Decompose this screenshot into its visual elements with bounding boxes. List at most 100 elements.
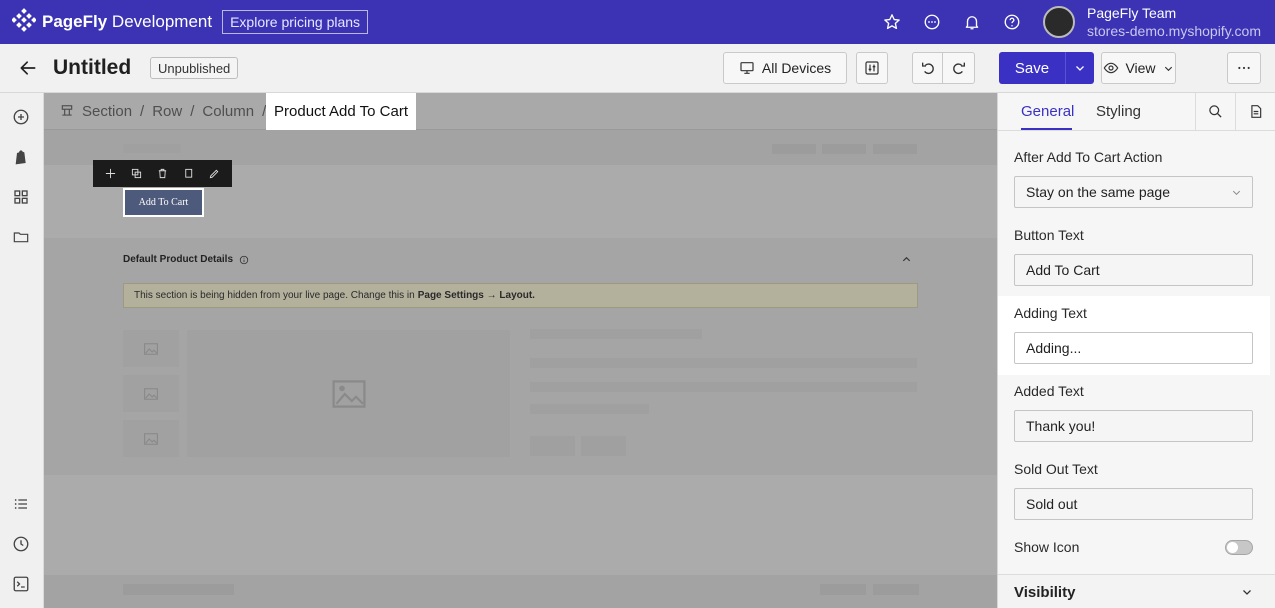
add-element-icon[interactable]: [11, 107, 31, 127]
section-title-text: Default Product Details: [123, 254, 234, 265]
view-button[interactable]: View: [1101, 52, 1176, 84]
element-toolbar: [93, 160, 232, 187]
skeleton-bar: [820, 584, 866, 595]
skeleton-bar: [772, 144, 816, 154]
pagefly-logo-icon: [11, 7, 37, 37]
chevron-up-icon[interactable]: [899, 252, 913, 266]
chevron-down-icon: [1241, 586, 1253, 598]
all-devices-label: All Devices: [761, 60, 832, 76]
settings-sliders-button[interactable]: [856, 52, 888, 84]
page-title[interactable]: Untitled: [53, 56, 131, 80]
after-action-select[interactable]: Stay on the same page: [1014, 176, 1253, 208]
breadcrumb-current[interactable]: Product Add To Cart: [266, 93, 416, 130]
skeleton-bar: [530, 329, 702, 339]
add-to-cart-button[interactable]: Add To Cart: [123, 188, 204, 217]
editor-canvas[interactable]: Section / Row / Column / Product Add To …: [44, 93, 997, 608]
eye-icon: [1103, 60, 1119, 76]
show-icon-toggle[interactable]: [1225, 540, 1253, 555]
image-icon: [144, 387, 158, 400]
undo-icon: [920, 60, 936, 76]
skeleton-bar: [530, 382, 917, 392]
undo-button[interactable]: [912, 52, 943, 84]
duplicate-icon[interactable]: [129, 167, 143, 181]
skeleton-bar: [123, 144, 181, 153]
main-image-placeholder: [187, 330, 510, 457]
outline-list-icon[interactable]: [11, 494, 31, 514]
editor-header: Untitled Unpublished All Devices Save Vi…: [0, 44, 1275, 93]
skeleton-bar: [581, 436, 626, 456]
visibility-label: Visibility: [1014, 584, 1076, 601]
bell-icon[interactable]: [963, 13, 981, 31]
after-action-value: Stay on the same page: [1026, 184, 1170, 200]
chevron-down-icon: [1074, 62, 1086, 74]
chat-icon[interactable]: [923, 13, 941, 31]
thumbnail-placeholder: [123, 330, 179, 367]
copy-icon[interactable]: [182, 167, 196, 181]
added-text-input[interactable]: Thank you!: [1014, 410, 1253, 442]
left-sidebar: [0, 93, 44, 608]
explore-pricing-button[interactable]: Explore pricing plans: [222, 10, 369, 34]
skeleton-bar: [530, 404, 649, 414]
move-icon[interactable]: [103, 167, 117, 181]
pagefly-logo[interactable]: PageFly Development: [11, 7, 212, 37]
skeleton-bar: [530, 436, 575, 456]
breadcrumb-column[interactable]: Column: [202, 103, 254, 120]
shopify-icon[interactable]: [11, 147, 31, 167]
chevron-down-icon: [1231, 187, 1242, 198]
after-action-label: After Add To Cart Action: [1014, 149, 1163, 165]
terminal-icon[interactable]: [11, 574, 31, 594]
info-icon[interactable]: [239, 255, 249, 265]
view-label: View: [1125, 60, 1156, 76]
folder-icon[interactable]: [11, 227, 31, 247]
active-tab-indicator: [1021, 128, 1072, 130]
breadcrumb-row[interactable]: Row: [152, 103, 182, 120]
notice-link[interactable]: Page Settings → Layout.: [418, 290, 535, 301]
redo-icon: [951, 60, 967, 76]
top-bar: PageFly Development Explore pricing plan…: [0, 0, 1275, 44]
avatar[interactable]: [1042, 6, 1075, 38]
grid-icon[interactable]: [11, 187, 31, 207]
monitor-icon: [739, 60, 755, 76]
button-text-label: Button Text: [1014, 227, 1084, 243]
skeleton-bar: [873, 584, 919, 595]
breadcrumb: Section / Row / Column /: [44, 93, 997, 130]
panel-tabs: General Styling: [998, 93, 1275, 131]
back-arrow-icon[interactable]: [18, 58, 38, 83]
sold-out-input[interactable]: Sold out: [1014, 488, 1253, 520]
account-info[interactable]: PageFly Team stores-demo.myshopify.com: [1087, 4, 1261, 40]
style-brush-icon[interactable]: [208, 167, 222, 181]
save-options-button[interactable]: [1065, 52, 1094, 84]
document-icon[interactable]: [1249, 104, 1263, 124]
thumbnail-placeholder: [123, 420, 179, 457]
notice-text: This section is being hidden from your l…: [134, 290, 415, 301]
breadcrumb-section[interactable]: Section: [82, 103, 132, 120]
help-icon[interactable]: [1003, 13, 1021, 31]
hierarchy-icon: [60, 104, 74, 118]
added-text-label: Added Text: [1014, 383, 1084, 399]
button-text-input[interactable]: Add To Cart: [1014, 254, 1253, 286]
all-devices-button[interactable]: All Devices: [723, 52, 847, 84]
redo-button[interactable]: [943, 52, 975, 84]
delete-icon[interactable]: [155, 167, 169, 181]
skeleton-bar: [873, 144, 917, 154]
tab-general[interactable]: General: [1021, 103, 1074, 120]
search-icon[interactable]: [1208, 104, 1223, 124]
show-icon-label: Show Icon: [1014, 539, 1080, 555]
image-icon: [331, 379, 366, 408]
image-icon: [144, 432, 158, 445]
skeleton-bar: [123, 584, 234, 595]
hidden-section-notice: This section is being hidden from your l…: [123, 283, 918, 308]
more-options-button[interactable]: [1227, 52, 1261, 84]
adding-text-input[interactable]: Adding...: [1014, 332, 1253, 364]
tab-styling[interactable]: Styling: [1096, 103, 1141, 120]
sliders-icon: [864, 60, 880, 76]
divider: [1235, 93, 1236, 130]
star-icon[interactable]: [883, 13, 901, 31]
visibility-section[interactable]: Visibility: [998, 574, 1275, 608]
more-horizontal-icon: [1236, 60, 1252, 76]
save-button[interactable]: Save: [999, 52, 1065, 84]
image-icon: [144, 342, 158, 355]
history-clock-icon[interactable]: [11, 534, 31, 554]
thumbnail-placeholder: [123, 375, 179, 412]
sold-out-label: Sold Out Text: [1014, 461, 1098, 477]
